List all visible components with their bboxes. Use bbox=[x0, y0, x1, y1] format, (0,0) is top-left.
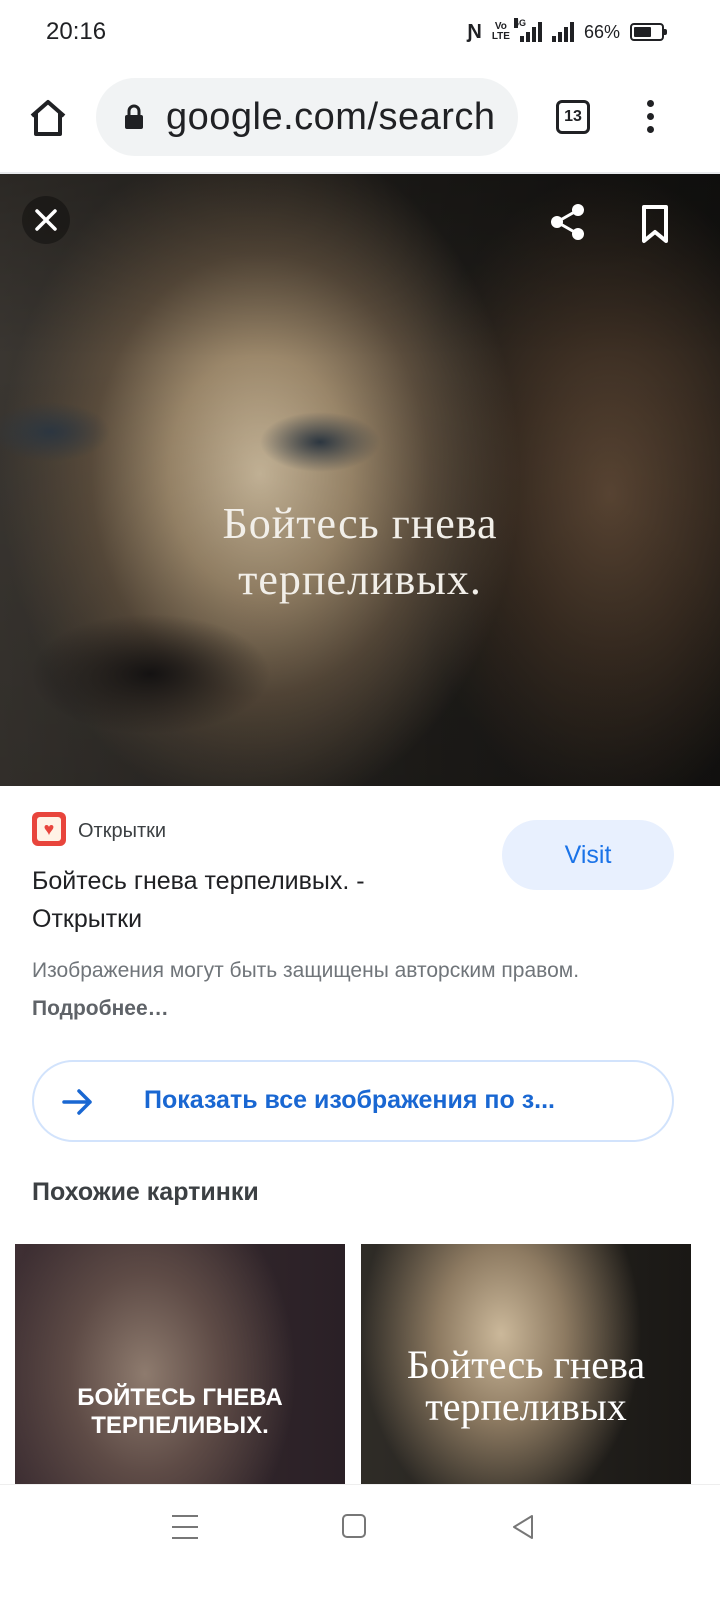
status-icons: Ɲ Vo LTE 4G 66% bbox=[467, 18, 667, 46]
learn-more-link[interactable]: Подробнее… bbox=[32, 997, 169, 1020]
heart-icon: ♥ bbox=[37, 817, 61, 841]
back-icon[interactable] bbox=[510, 1513, 536, 1541]
more-vert-icon[interactable] bbox=[644, 100, 656, 138]
url-text: google.com/search bbox=[166, 96, 496, 138]
visit-button[interactable]: Visit bbox=[502, 820, 674, 890]
thumbnail-caption: Бойтесь гнева терпеливых bbox=[361, 1344, 691, 1428]
nfc-icon: Ɲ bbox=[467, 20, 482, 43]
copyright-text: Изображения могут быть защищены авторски… bbox=[32, 959, 580, 982]
status-bar: 20:16 Ɲ Vo LTE 4G 66% bbox=[0, 0, 720, 64]
browser-toolbar: google.com/search 13 bbox=[0, 64, 720, 174]
image-preview[interactable]: Бойтесь гнева терпеливых. bbox=[0, 174, 720, 786]
network-type-label: 4G bbox=[513, 18, 526, 28]
home-nav-icon[interactable] bbox=[342, 1514, 366, 1538]
copyright-notice: Изображения могут быть защищены авторски… bbox=[32, 952, 652, 1028]
status-time: 20:16 bbox=[46, 18, 107, 45]
similar-images-heading: Похожие картинки bbox=[32, 1178, 259, 1206]
battery-percent: 66% bbox=[583, 21, 620, 42]
arrow-right-icon bbox=[62, 1089, 92, 1115]
source-favicon: ♥ bbox=[32, 812, 66, 846]
lock-icon bbox=[125, 104, 143, 129]
system-nav-bar bbox=[0, 1484, 720, 1600]
battery-icon bbox=[630, 23, 667, 41]
image-caption: Бойтесь гнева терпеливых. bbox=[140, 496, 580, 608]
thumbnail-caption-line1: БОЙТЕСЬ ГНЕВА bbox=[77, 1384, 283, 1411]
image-caption-line1: Бойтесь гнева bbox=[222, 499, 498, 548]
result-title[interactable]: Бойтесь гнева терпеливых. - Открытки bbox=[32, 862, 452, 938]
source-name[interactable]: Открытки bbox=[78, 820, 166, 843]
volte-bottom-label: LTE bbox=[491, 31, 510, 42]
home-icon[interactable] bbox=[24, 94, 72, 142]
similar-image-thumbnail[interactable]: БОЙТЕСЬ ГНЕВА ТЕРПЕЛИВЫХ. bbox=[15, 1244, 345, 1484]
image-caption-line2: терпеливых. bbox=[238, 555, 482, 604]
share-icon[interactable] bbox=[548, 202, 588, 242]
thumbnail-caption-line1: Бойтесь гнева bbox=[406, 1342, 646, 1387]
lion-image bbox=[0, 174, 720, 786]
show-all-images-button[interactable]: Показать все изображения по з... bbox=[32, 1060, 674, 1142]
recent-apps-icon[interactable] bbox=[172, 1515, 198, 1539]
thumbnail-caption: БОЙТЕСЬ ГНЕВА ТЕРПЕЛИВЫХ. bbox=[15, 1384, 345, 1440]
tab-switcher-button[interactable]: 13 bbox=[556, 100, 590, 134]
bookmark-icon[interactable] bbox=[640, 204, 670, 244]
close-icon[interactable] bbox=[22, 196, 70, 244]
thumbnail-caption-line2: терпеливых bbox=[425, 1384, 627, 1429]
similar-image-thumbnail[interactable]: Бойтесь гнева терпеливых bbox=[361, 1244, 691, 1484]
volte-icon: Vo LTE bbox=[492, 22, 510, 42]
address-bar[interactable]: google.com/search bbox=[96, 78, 518, 156]
signal-icon-sim2 bbox=[551, 22, 574, 42]
signal-icon-sim1: 4G bbox=[513, 18, 542, 42]
thumbnail-caption-line2: ТЕРПЕЛИВЫХ. bbox=[91, 1412, 269, 1439]
show-all-images-label: Показать все изображения по з... bbox=[144, 1086, 555, 1114]
